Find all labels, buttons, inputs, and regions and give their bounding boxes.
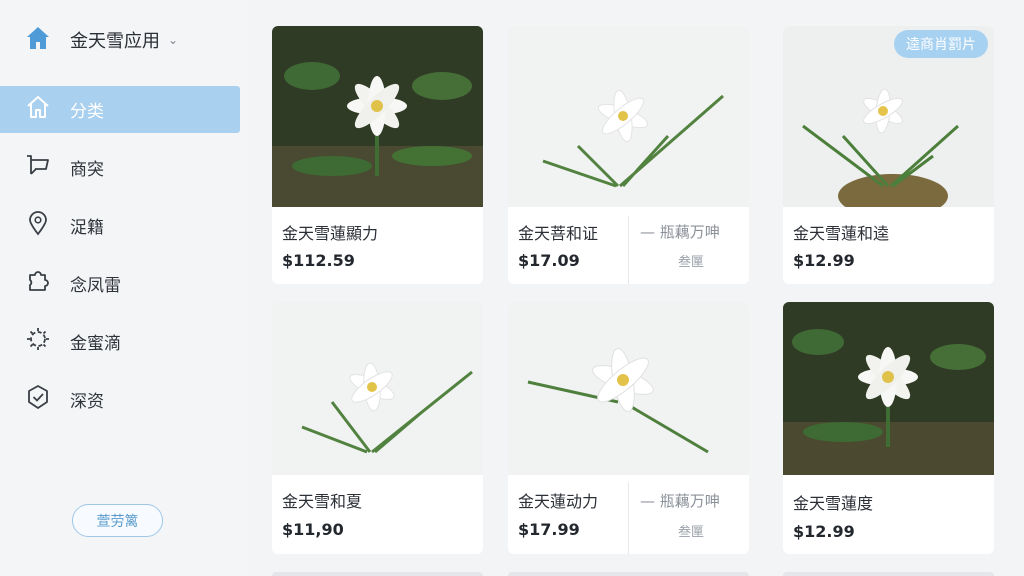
sidebar: 金天雪应用 ⌄ 分类 商突 浞籍 念凤雷 金蜜滴 深资 萱劳篱: [0, 0, 248, 576]
product-name: 金天雪和夏: [282, 492, 363, 511]
gear-icon: [24, 325, 52, 358]
filter-button[interactable]: 萱劳篱: [72, 504, 163, 537]
product-price: $12.99: [793, 522, 855, 541]
product-name: 金天菩和证: [518, 224, 599, 243]
product-card[interactable]: 金天雪蓮度 $12.99: [783, 302, 994, 554]
product-card[interactable]: 金天蓮动力 $17.99 — 瓶藕万呻 叁匰: [508, 302, 749, 554]
product-card-partial: [783, 572, 994, 576]
sidebar-item-plugins[interactable]: 念凤雷: [0, 260, 240, 307]
variant-label: — 瓶藕万呻: [640, 223, 720, 241]
product-price: $112.59: [282, 251, 355, 270]
product-name: 金天蓮动力: [518, 492, 599, 511]
product-name: 金天雪蓮和逵: [793, 224, 890, 243]
product-price: $17.09: [518, 251, 580, 270]
product-price: $17.99: [518, 520, 580, 539]
product-card[interactable]: 金天菩和证 $17.09 — 瓶藕万呻 叁匰: [508, 26, 749, 284]
sidebar-item-settings[interactable]: 金蜜滴: [0, 318, 240, 365]
product-card[interactable]: 逵商肖罰片 金天雪蓮和逵 $12.99: [783, 26, 994, 284]
home-icon: [24, 93, 52, 126]
product-card-partial: [272, 572, 483, 576]
shield-check-icon: [24, 383, 52, 416]
promo-badge: 逵商肖罰片: [894, 30, 988, 58]
divider: [628, 216, 629, 284]
product-image: [508, 26, 749, 207]
app-title: 金天雪应用: [70, 31, 160, 52]
product-price: $11,90: [282, 520, 344, 539]
variant-sublabel: 叁匰: [678, 255, 705, 270]
product-name: 金天雪蓮度: [793, 494, 874, 513]
sidebar-nav: 分类 商突 浞籍 念凤雷 金蜜滴 深资: [0, 86, 240, 434]
sidebar-item-label: 金蜜滴: [70, 334, 121, 354]
product-name: 金天雪蓮顯力: [282, 224, 379, 243]
map-pin-icon: [24, 209, 52, 242]
sidebar-item-label: 深资: [70, 392, 104, 412]
product-image: [508, 302, 749, 475]
product-card-partial: [508, 572, 749, 576]
sidebar-item-category[interactable]: 分类: [0, 86, 240, 133]
product-card[interactable]: 金天雪和夏 $11,90: [272, 302, 483, 554]
product-image: [272, 26, 483, 207]
product-price: $12.99: [793, 251, 855, 270]
sidebar-item-label: 商突: [70, 160, 104, 180]
sidebar-item-location[interactable]: 浞籍: [0, 202, 240, 249]
product-image: [272, 302, 483, 475]
puzzle-icon: [24, 267, 52, 300]
sidebar-item-shop[interactable]: 商突: [0, 144, 240, 191]
product-card[interactable]: 金天雪蓮顯力 $112.59: [272, 26, 483, 284]
chevron-down-icon[interactable]: ⌄: [168, 33, 178, 47]
sidebar-item-label: 念凤雷: [70, 276, 121, 296]
sidebar-item-resources[interactable]: 深资: [0, 376, 240, 423]
variant-label: — 瓶藕万呻: [640, 492, 720, 510]
variant-sublabel: 叁匰: [678, 525, 705, 540]
home-icon: [24, 24, 52, 56]
sidebar-item-label: 浞籍: [70, 218, 104, 238]
app-header[interactable]: 金天雪应用 ⌄: [24, 24, 178, 56]
divider: [628, 482, 629, 554]
sidebar-item-label: 分类: [70, 102, 104, 122]
product-image: [783, 302, 994, 475]
cart-icon: [24, 151, 52, 184]
